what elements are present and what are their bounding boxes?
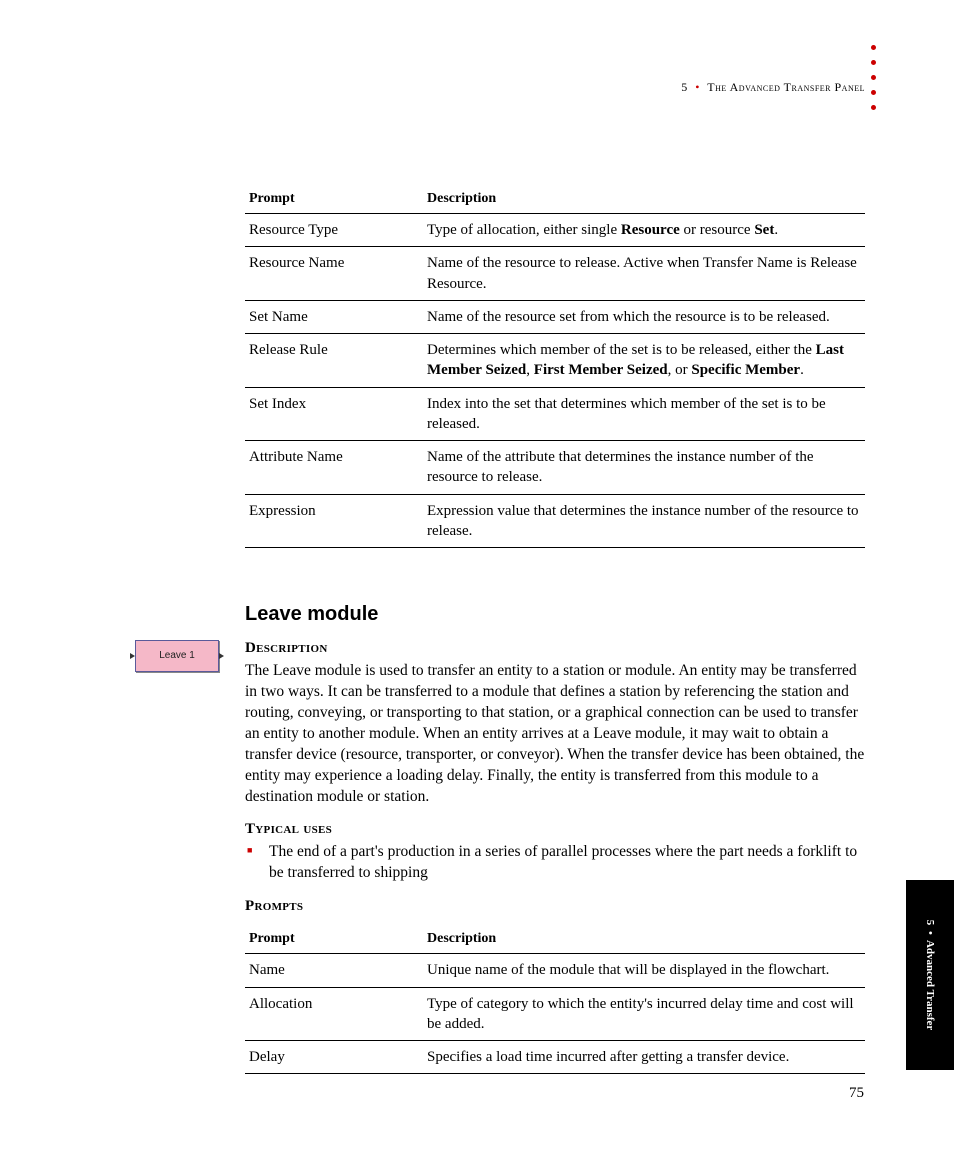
table2-header-prompt: Prompt: [245, 925, 423, 954]
table1-description-cell: Name of the resource set from which the …: [423, 300, 865, 333]
header-bullet-icon: •: [695, 80, 700, 94]
table1-prompt-cell: Set Name: [245, 300, 423, 333]
table1-description-cell: Name of the resource to release. Active …: [423, 247, 865, 301]
table1-prompt-cell: Set Index: [245, 387, 423, 441]
table2-description-cell: Type of category to which the entity's i…: [423, 987, 865, 1041]
table-row: ExpressionExpression value that determin…: [245, 494, 865, 548]
table-row: Release RuleDetermines which member of t…: [245, 334, 865, 388]
table2-description-cell: Unique name of the module that will be d…: [423, 954, 865, 987]
typical-use-item: The end of a part's production in a seri…: [269, 842, 865, 884]
table-row: NameUnique name of the module that will …: [245, 954, 865, 987]
table1-prompt-cell: Resource Name: [245, 247, 423, 301]
table1-prompt-cell: Resource Type: [245, 214, 423, 247]
table1-header-prompt: Prompt: [245, 185, 423, 214]
typical-uses-list: The end of a part's production in a seri…: [245, 842, 865, 884]
decorative-dots: [871, 35, 876, 120]
table1-description-cell: Index into the set that determines which…: [423, 387, 865, 441]
table-row: Attribute NameName of the attribute that…: [245, 441, 865, 495]
table-row: AllocationType of category to which the …: [245, 987, 865, 1041]
prompts-heading: Prompts: [245, 898, 865, 915]
description-paragraph: The Leave module is used to transfer an …: [245, 661, 865, 807]
table1-description-cell: Name of the attribute that determines th…: [423, 441, 865, 495]
page-number: 75: [849, 1085, 864, 1102]
running-header: 5 • The Advanced Transfer Panel: [245, 80, 865, 95]
typical-uses-heading: Typical uses: [245, 821, 865, 838]
table1-description-cell: Expression value that determines the ins…: [423, 494, 865, 548]
table1-header-description: Description: [423, 185, 865, 214]
header-title: The Advanced Transfer Panel: [707, 80, 865, 94]
description-heading: Description: [245, 640, 865, 657]
table1-description-cell: Type of allocation, either single Resour…: [423, 214, 865, 247]
table-row: DelaySpecifies a load time incurred afte…: [245, 1041, 865, 1074]
table2-prompt-cell: Delay: [245, 1041, 423, 1074]
side-tab: 5 • Advanced Transfer: [906, 880, 954, 1070]
table2-prompt-cell: Name: [245, 954, 423, 987]
table-row: Set NameName of the resource set from wh…: [245, 300, 865, 333]
section-heading: Leave module: [245, 603, 865, 626]
header-chapter-number: 5: [681, 80, 688, 94]
page-content: 5 • The Advanced Transfer Panel Prompt D…: [245, 80, 865, 1074]
prompts-table-1: Prompt Description Resource TypeType of …: [245, 185, 865, 548]
table1-prompt-cell: Expression: [245, 494, 423, 548]
table1-description-cell: Determines which member of the set is to…: [423, 334, 865, 388]
table-row: Resource NameName of the resource to rel…: [245, 247, 865, 301]
table-row: Set IndexIndex into the set that determi…: [245, 387, 865, 441]
table-row: Resource TypeType of allocation, either …: [245, 214, 865, 247]
prompts-table-2: Prompt Description NameUnique name of th…: [245, 925, 865, 1074]
table1-prompt-cell: Attribute Name: [245, 441, 423, 495]
table1-prompt-cell: Release Rule: [245, 334, 423, 388]
leave-module-icon: Leave 1: [135, 640, 219, 672]
side-tab-label: Advanced Transfer: [924, 940, 936, 1030]
side-tab-bullet-icon: •: [924, 931, 936, 935]
table2-description-cell: Specifies a load time incurred after get…: [423, 1041, 865, 1074]
side-tab-chapter: 5: [924, 920, 936, 926]
table2-header-description: Description: [423, 925, 865, 954]
table2-prompt-cell: Allocation: [245, 987, 423, 1041]
leave-icon-label: Leave 1: [159, 650, 195, 661]
